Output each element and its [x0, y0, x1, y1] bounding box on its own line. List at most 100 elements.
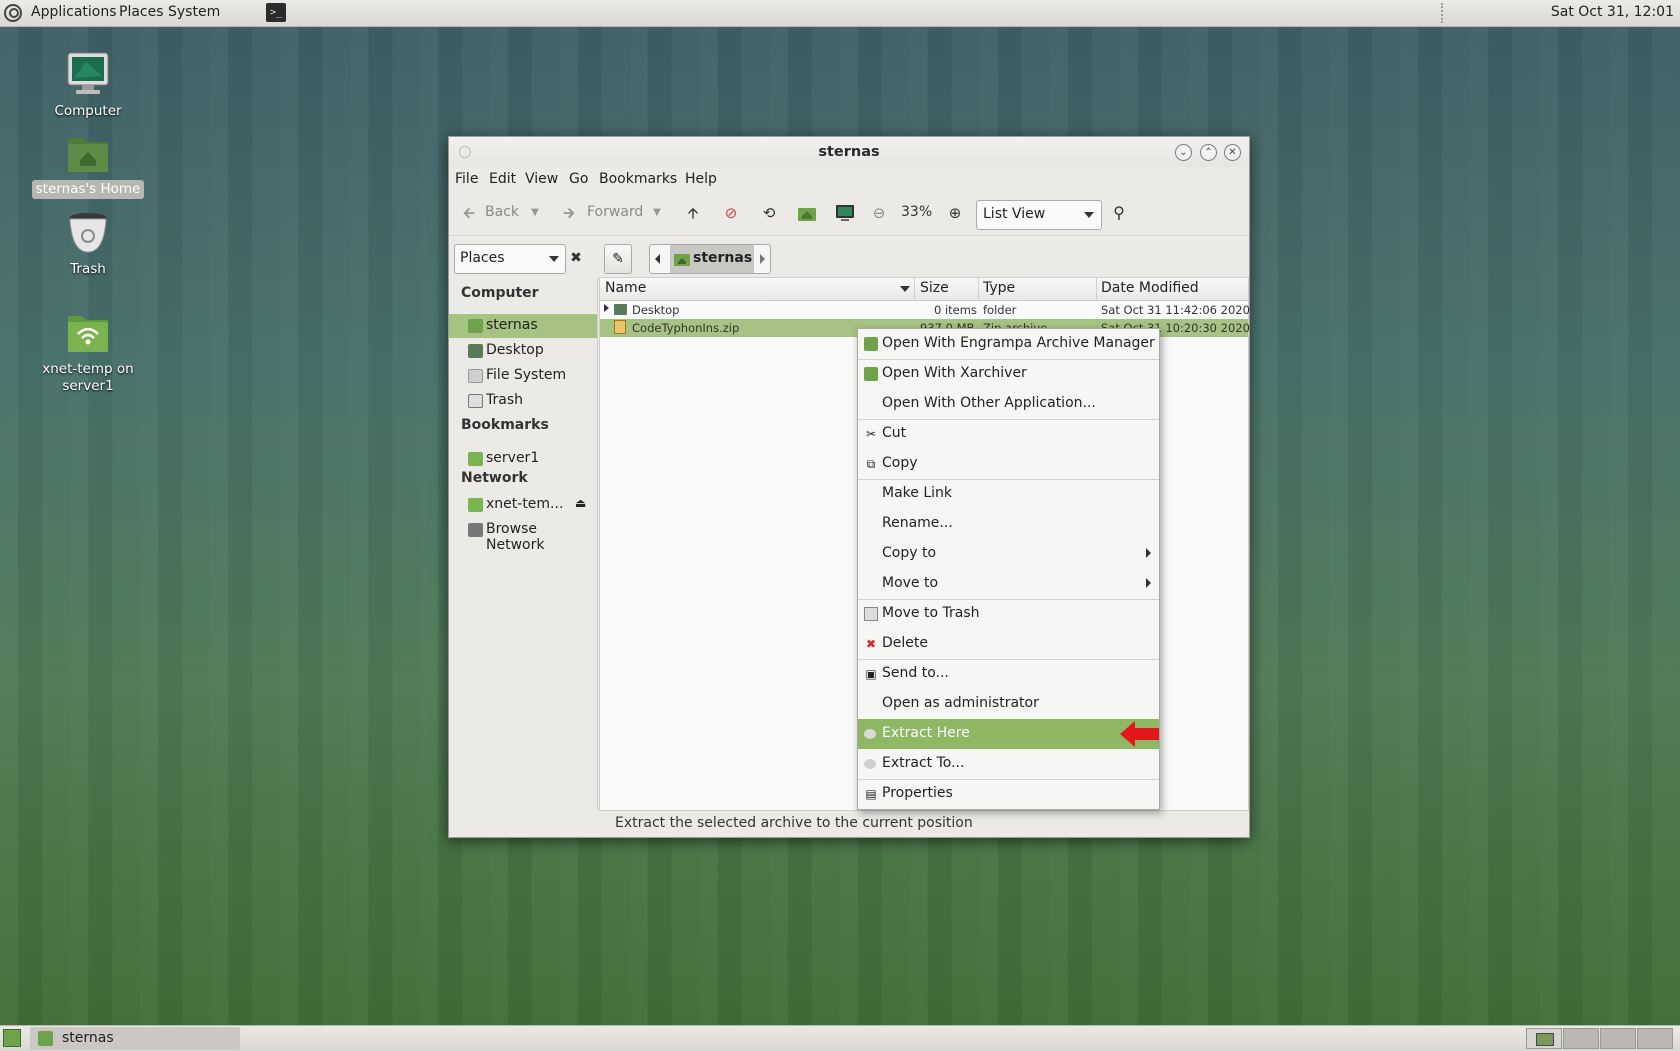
menu-bookmarks[interactable]: Bookmarks: [599, 171, 677, 187]
desktop-icon-computer[interactable]: Computer: [28, 50, 148, 121]
computer-icon[interactable]: [835, 203, 855, 223]
back-arrow-icon[interactable]: 🡰: [459, 203, 479, 223]
sidebar-mode-select[interactable]: Places: [454, 244, 566, 274]
minimize-icon[interactable]: ⌄: [1175, 144, 1192, 161]
trash-icon: [468, 394, 483, 408]
places-menu[interactable]: Places: [119, 4, 164, 20]
search-icon[interactable]: ⚲: [1109, 203, 1129, 223]
crumb-left-arrow-icon[interactable]: [655, 254, 660, 264]
red-arrow-annotation-icon: [1120, 721, 1159, 747]
sidebar-heading-bookmarks: Bookmarks: [461, 417, 549, 433]
menu-item-open-with-xarchiver[interactable]: Open With Xarchiver: [858, 359, 1159, 389]
context-menu: Open With Engrampa Archive Manager Open …: [857, 328, 1160, 810]
sidebar-item-desktop[interactable]: Desktop: [449, 339, 597, 363]
sidebar-item-file-system[interactable]: File System: [449, 364, 597, 388]
menu-item-open-with-engrampa[interactable]: Open With Engrampa Archive Manager: [858, 329, 1159, 359]
menu-item-move-to-trash[interactable]: Move to Trash: [858, 599, 1159, 629]
file-name: Desktop: [632, 303, 680, 317]
menu-item-label: Copy: [882, 455, 918, 471]
network-share-icon: [68, 316, 108, 352]
file-name: CodeTyphonIns.zip: [632, 321, 740, 335]
back-button[interactable]: Back: [485, 204, 519, 220]
clock[interactable]: Sat Oct 31, 12:01: [1551, 4, 1674, 20]
menu-item-delete[interactable]: ✖ Delete: [858, 629, 1159, 659]
view-mode-select[interactable]: List View: [976, 200, 1102, 230]
sidebar-item-xnet-temp[interactable]: xnet-tem... ⏏: [449, 493, 597, 517]
up-arrow-icon[interactable]: 🡩: [683, 203, 703, 223]
reload-icon[interactable]: ⟲: [759, 203, 779, 223]
sort-chevron-down-icon[interactable]: [900, 286, 910, 292]
menu-item-copy-to[interactable]: Copy to: [858, 539, 1159, 569]
sidebar-item-label: Trash: [486, 392, 523, 408]
column-size[interactable]: Size: [920, 280, 949, 296]
menu-view[interactable]: View: [525, 171, 558, 187]
crumb-home-button[interactable]: sternas: [670, 245, 754, 273]
submenu-arrow-icon: [1146, 578, 1151, 588]
workspace-3[interactable]: [1600, 1028, 1636, 1049]
menu-item-properties[interactable]: ▤ Properties: [858, 779, 1159, 809]
forward-history-chevron-icon[interactable]: ▼: [647, 203, 667, 223]
workspace-1[interactable]: [1526, 1028, 1562, 1049]
menu-help[interactable]: Help: [685, 171, 717, 187]
forward-arrow-icon[interactable]: 🡲: [559, 203, 579, 223]
applications-menu[interactable]: Applications: [31, 4, 117, 20]
menu-item-label: Copy to: [882, 545, 937, 561]
distro-logo-icon[interactable]: [3, 3, 23, 23]
column-type[interactable]: Type: [983, 280, 1015, 296]
status-bar: Extract the selected archive to the curr…: [599, 811, 1249, 837]
close-icon[interactable]: ✕: [1224, 144, 1241, 161]
home-icon[interactable]: [797, 203, 817, 223]
sidebar-item-trash[interactable]: Trash: [449, 389, 597, 413]
titlebar[interactable]: sternas ⌄ ⌃ ✕: [449, 137, 1249, 167]
panel-separator: [1441, 3, 1445, 23]
menu-item-copy[interactable]: ⧉ Copy: [858, 449, 1159, 479]
workspace-4[interactable]: [1637, 1028, 1673, 1049]
window-thumbnail-icon: [1536, 1033, 1554, 1046]
sidebar-item-label: File System: [486, 367, 567, 383]
column-name[interactable]: Name: [605, 280, 646, 296]
close-sidebar-icon[interactable]: ✖: [565, 244, 587, 272]
menu-item-rename[interactable]: Rename...: [858, 509, 1159, 539]
edit-location-button[interactable]: ✎: [604, 244, 632, 274]
stop-icon[interactable]: ⊘: [721, 203, 741, 223]
taskbar-button-sternas[interactable]: sternas: [30, 1027, 240, 1050]
file-type: folder: [983, 303, 1017, 317]
expander-icon[interactable]: [604, 304, 609, 312]
desktop-icon-trash[interactable]: Trash: [28, 210, 148, 279]
workspace-2[interactable]: [1563, 1028, 1599, 1049]
menu-edit[interactable]: Edit: [489, 171, 516, 187]
menu-item-move-to[interactable]: Move to: [858, 569, 1159, 599]
zoom-in-icon[interactable]: ⊕: [945, 203, 965, 223]
zoom-out-icon[interactable]: ⊖: [869, 203, 889, 223]
menu-item-open-as-administrator[interactable]: Open as administrator: [858, 689, 1159, 719]
menu-item-send-to[interactable]: ▣ Send to...: [858, 659, 1159, 689]
sidebar-item-browse-network[interactable]: Browse Network: [449, 518, 597, 553]
menu-item-open-with-other[interactable]: Open With Other Application...: [858, 389, 1159, 419]
menu-item-extract-here[interactable]: Extract Here: [858, 719, 1159, 749]
menu-item-make-link[interactable]: Make Link: [858, 479, 1159, 509]
desktop-icon-network-share[interactable]: xnet-temp on server1: [28, 310, 148, 396]
terminal-icon[interactable]: >_: [266, 3, 286, 22]
eject-icon[interactable]: ⏏: [575, 496, 586, 510]
menu-item-label: Rename...: [882, 515, 953, 531]
system-menu[interactable]: System: [168, 4, 220, 20]
extract-icon: [864, 759, 876, 769]
menu-item-extract-to[interactable]: Extract To...: [858, 749, 1159, 779]
menu-item-cut[interactable]: ✂ Cut: [858, 419, 1159, 449]
home-folder-icon: [38, 1031, 53, 1046]
sidebar-item-sternas[interactable]: sternas: [449, 314, 597, 338]
window-title: sternas: [818, 144, 880, 160]
menu-go[interactable]: Go: [569, 171, 588, 187]
sidebar-item-label: sternas: [486, 317, 538, 333]
maximize-icon[interactable]: ⌃: [1200, 144, 1217, 161]
back-history-chevron-icon[interactable]: ▼: [525, 203, 545, 223]
file-row[interactable]: Desktop 0 items folder Sat Oct 31 11:42:…: [600, 301, 1250, 319]
show-desktop-icon[interactable]: [3, 1029, 21, 1047]
sidebar-item-server1[interactable]: server1: [449, 447, 597, 471]
column-date-modified[interactable]: Date Modified: [1101, 280, 1199, 296]
crumb-right-arrow-icon[interactable]: [760, 254, 765, 264]
desktop-icon-home[interactable]: sternas's Home: [28, 130, 148, 199]
menu-file[interactable]: File: [455, 171, 478, 187]
forward-button[interactable]: Forward: [587, 204, 643, 220]
menu-item-label: Move to: [882, 575, 939, 591]
